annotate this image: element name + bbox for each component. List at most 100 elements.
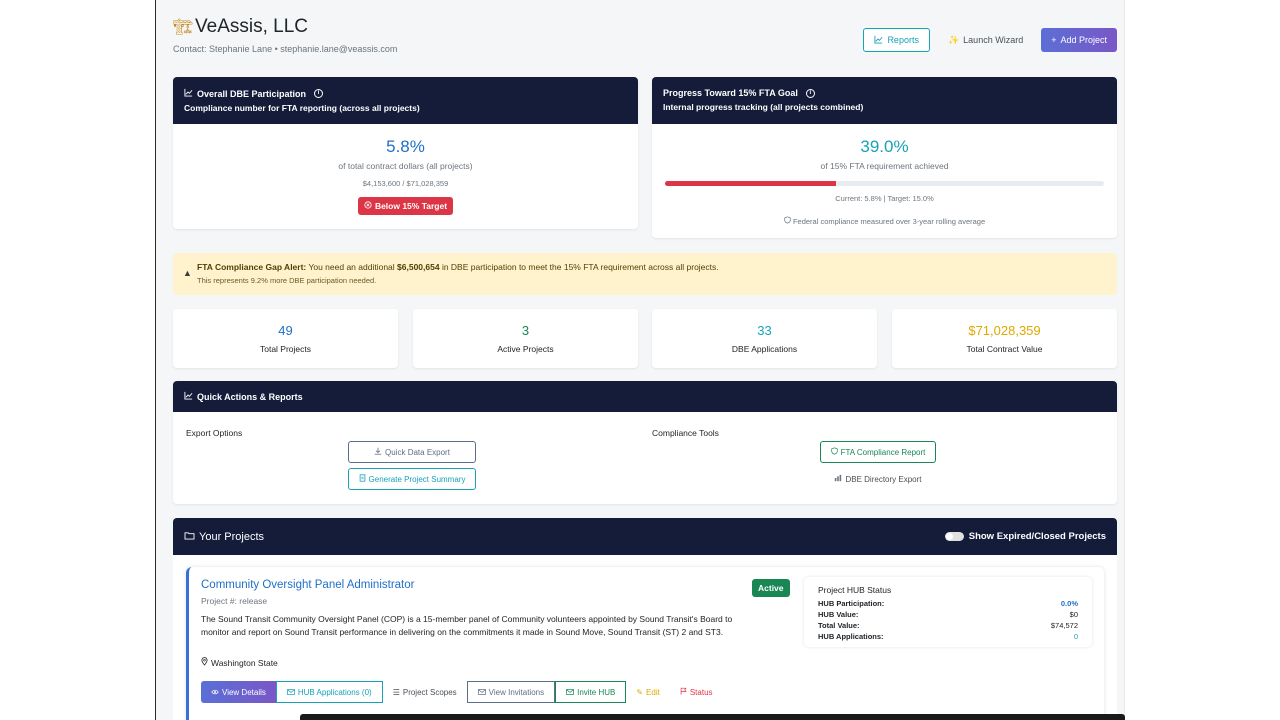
quick-data-export-button[interactable]: Quick Data Export [348,441,476,463]
generate-project-summary-button[interactable]: Generate Project Summary [348,468,476,490]
edit-label: Edit [646,687,660,697]
progress-goal-card-header: Progress Toward 15% FTA Goal i Internal … [652,77,1117,124]
projects-panel: Your Projects Show Expired/Closed Projec… [173,518,1117,720]
envelope-icon [477,688,486,697]
hub-applications-label: HUB Applications (0) [297,687,372,697]
add-project-button[interactable]: + Add Project [1041,28,1117,52]
reports-button[interactable]: Reports [863,28,930,52]
project-name-link[interactable]: Community Oversight Panel Administrator [201,579,414,591]
overall-dbe-card-header: Overall DBE Participation i Compliance n… [173,77,638,124]
overall-dbe-card: Overall DBE Participation i Compliance n… [173,77,638,229]
dashboard-container: 🏗 VeAssis, LLC Contact: Stephanie Lane •… [156,0,1124,720]
alert-text-before: You need an additional [306,262,398,272]
status-button[interactable]: Status [669,681,723,703]
fta-compliance-report-button[interactable]: FTA Compliance Report [820,441,936,463]
view-invitations-label: View Invitations [488,687,545,697]
magic-wand-icon: ✨ [947,34,960,45]
chart-line-icon [184,391,193,402]
hub-applications-button[interactable]: HUB Applications (0) [275,681,383,703]
alert-amount: $6,500,654 [397,262,440,272]
hub-value-value: $0 [1069,610,1078,619]
pencil-icon: ✎ [636,687,644,697]
hub-participation-row: HUB Participation: 0.0% [818,598,1078,609]
download-icon [374,447,382,457]
header-actions: Reports ✨ Launch Wizard + Add Project [863,28,1117,52]
page-header: 🏗 VeAssis, LLC Contact: Stephanie Lane •… [173,16,1117,60]
hub-total-value: $74,572 [1050,621,1078,630]
hub-applications-row: HUB Applications: 0 [818,631,1078,642]
hub-participation-value: 0.0% [1060,599,1078,608]
location-pin-icon [201,657,208,668]
projects-header: Your Projects Show Expired/Closed Projec… [173,518,1117,555]
export-options-label: Export Options [186,428,243,438]
metric-value: 33 [757,323,772,338]
fta-compliance-report-label: FTA Compliance Report [840,447,926,457]
compliance-note: Federal compliance measured over 3-year … [652,216,1117,226]
hub-participation-label: HUB Participation: [818,599,885,608]
metric-value: 3 [521,323,530,338]
launch-wizard-button[interactable]: ✨ Launch Wizard [938,28,1033,52]
project-scopes-label: Project Scopes [402,687,457,697]
info-icon[interactable]: i [805,88,815,98]
show-expired-toggle[interactable]: Show Expired/Closed Projects [944,531,1106,542]
metric-active-projects: 3 Active Projects [413,309,638,368]
show-expired-label: Show Expired/Closed Projects [968,531,1106,542]
shield-icon [784,216,793,226]
metric-value: $71,028,359 [968,323,1041,338]
project-actions: View Details HUB Applications (0) ☰ Proj… [201,681,723,703]
project-number: Project #: release [201,596,268,606]
flag-icon [680,687,687,697]
compliance-gap-alert: ▲ FTA Compliance Gap Alert: You need an … [173,253,1117,295]
view-details-button[interactable]: View Details [201,681,276,703]
hub-applications-value: 0 [1073,632,1078,641]
invite-hub-button[interactable]: Invite HUB [555,681,627,703]
quick-actions-title: Quick Actions & Reports [197,391,303,402]
hub-status-panel: Project HUB Status HUB Participation: 0.… [804,577,1092,647]
metric-label: Total Contract Value [966,344,1043,354]
progress-bar [665,181,1104,186]
project-card: Community Oversight Panel Administrator … [186,567,1104,720]
envelope-icon [566,688,575,697]
hub-value-row: HUB Value: $0 [818,609,1078,620]
progress-goal-card: Progress Toward 15% FTA Goal i Internal … [652,77,1117,238]
progress-goal-title: Progress Toward 15% FTA Goal [663,88,798,98]
overall-dbe-title: Overall DBE Participation [197,88,307,99]
toggle-switch[interactable] [944,532,964,541]
launch-wizard-label: Launch Wizard [963,35,1024,45]
add-project-label: Add Project [1060,35,1107,45]
metric-total-contract-value: $71,028,359 Total Contract Value [892,309,1117,368]
projects-title: Your Projects [199,530,265,543]
overall-dbe-percent: 5.8% [386,137,425,156]
alert-message: FTA Compliance Gap Alert: You need an ad… [197,262,1107,272]
status-badge: Active [752,579,790,597]
status-label: Status [689,687,713,697]
chart-line-icon [184,88,193,99]
dbe-directory-export-label: DBE Directory Export [845,474,922,484]
below-target-badge: Below 15% Target [357,197,454,215]
envelope-icon [286,688,295,697]
bar-chart-icon [834,474,842,484]
alert-detail: This represents 9.2% more DBE participat… [197,276,377,285]
metric-label: Total Projects [259,344,312,354]
current-target-text: Current: 5.8% | Target: 15.0% [835,194,934,203]
eye-icon [211,688,219,697]
bottom-overlay-strip [300,714,1125,720]
overall-dbe-subtitle: Compliance number for FTA reporting (acr… [184,103,420,113]
folder-icon [184,531,195,543]
view-details-label: View Details [222,687,266,697]
hub-total-label: Total Value: [818,621,860,630]
plus-icon: + [1051,35,1057,45]
compliance-note-text: Federal compliance measured over 3-year … [792,217,986,226]
company-name: VeAssis, LLC [195,16,308,37]
view-invitations-button[interactable]: View Invitations [466,681,556,703]
quick-data-export-label: Quick Data Export [385,447,450,457]
dbe-directory-export-button[interactable]: DBE Directory Export [820,468,936,490]
project-scopes-button[interactable]: ☰ Project Scopes [382,681,467,703]
info-icon[interactable]: i [314,89,324,98]
hub-value-label: HUB Value: [818,610,859,619]
edit-button[interactable]: ✎ Edit [626,681,670,703]
hub-status-title: Project HUB Status [818,585,892,595]
generate-project-summary-label: Generate Project Summary [368,474,466,484]
alert-label: FTA Compliance Gap Alert: [197,262,307,272]
below-target-label: Below 15% Target [374,201,448,211]
